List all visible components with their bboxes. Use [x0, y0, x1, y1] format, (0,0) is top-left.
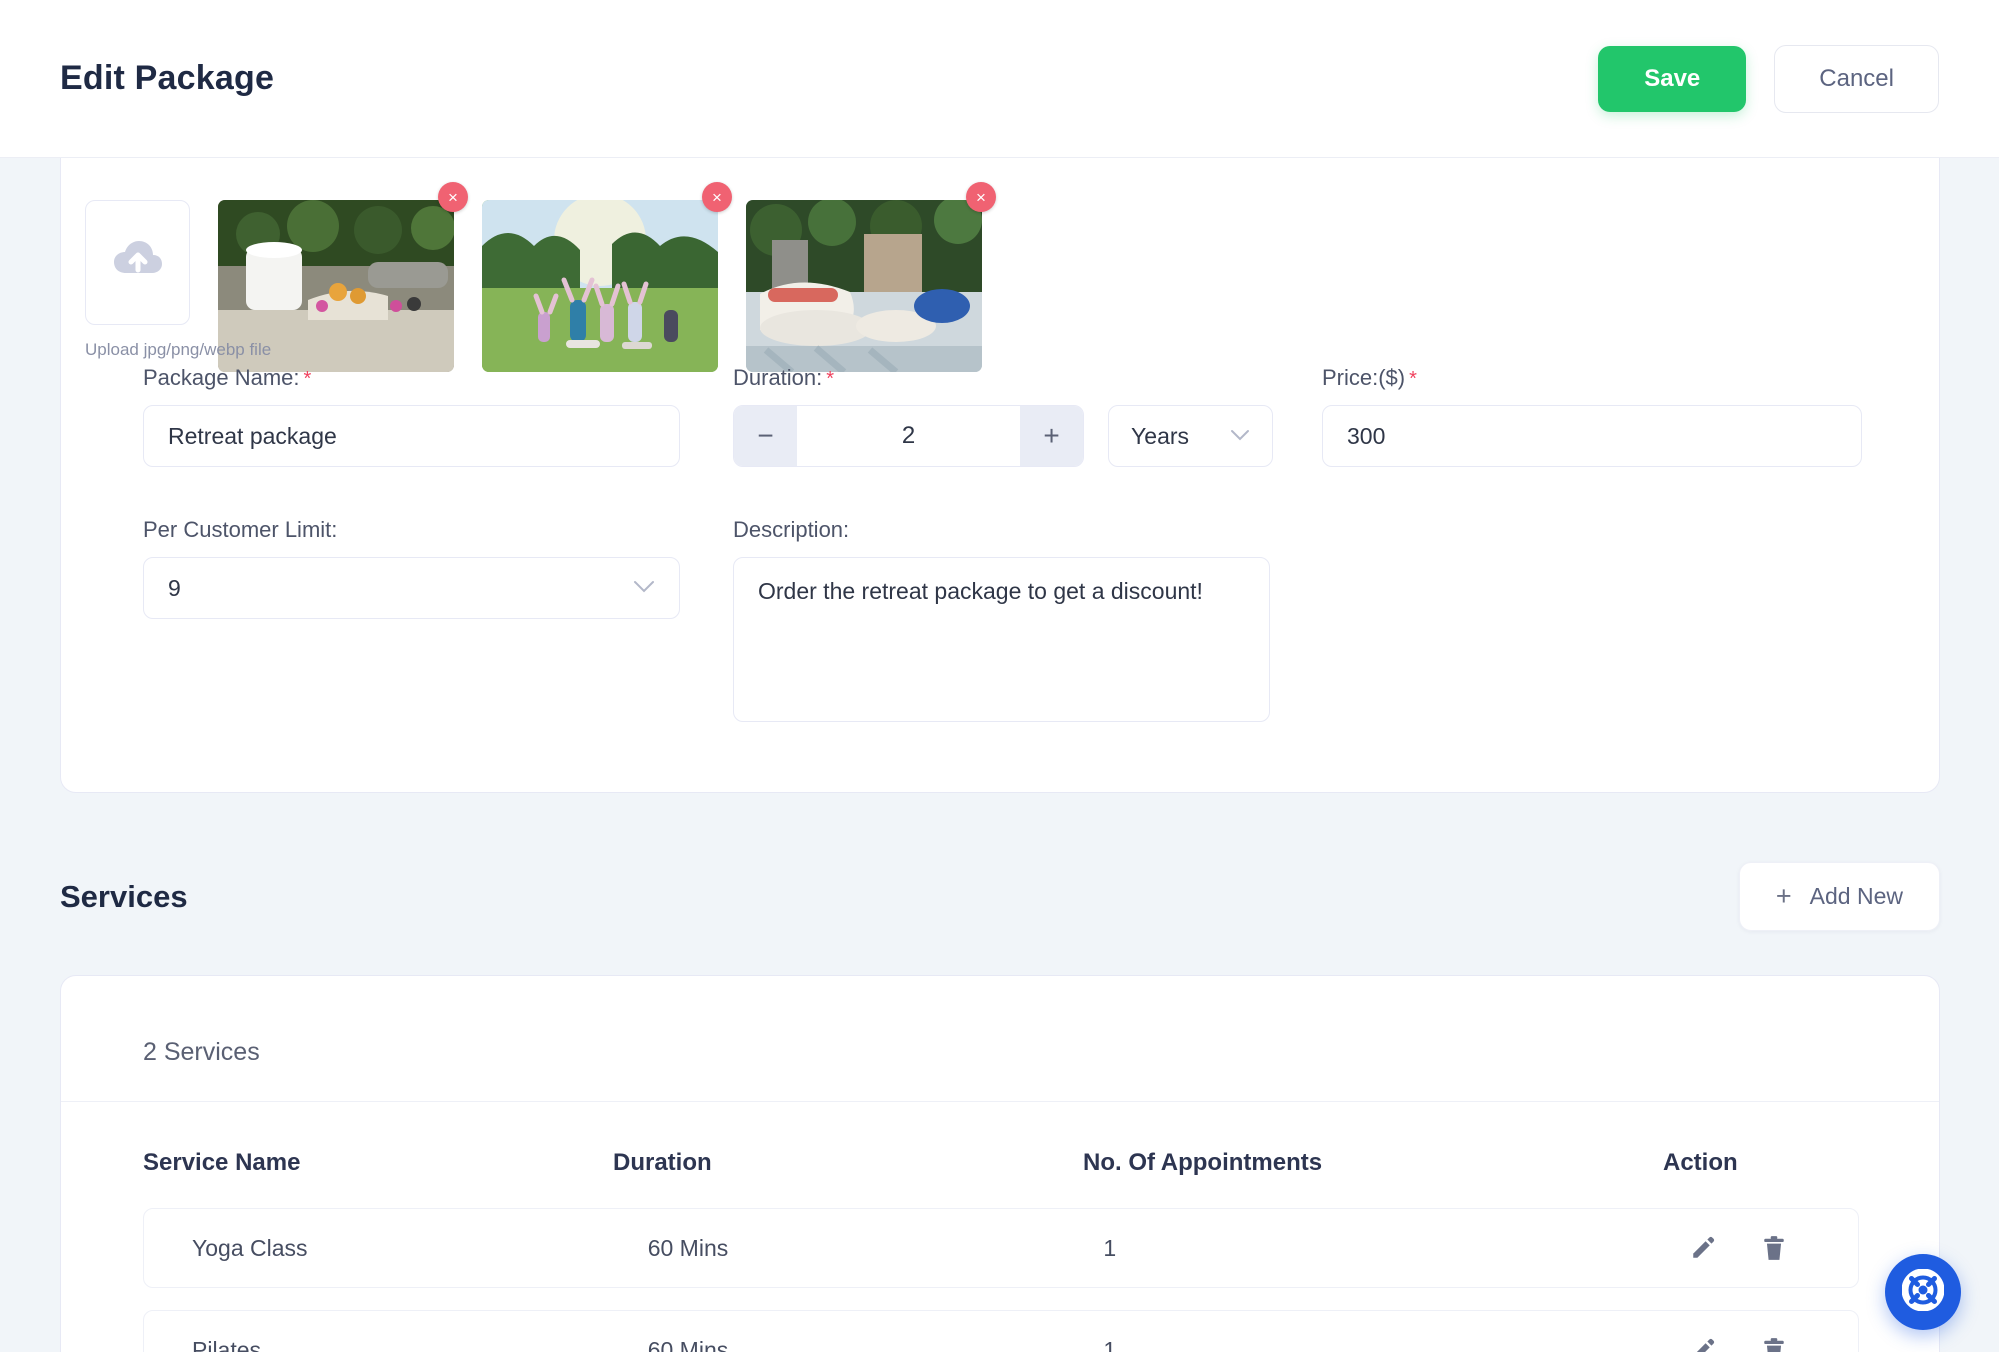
cell-duration: 60 Mins	[647, 1336, 729, 1352]
image-thumbnail	[746, 200, 982, 372]
price-field: Price:($) *	[1322, 365, 1862, 467]
cell-duration: 60 Mins	[647, 1234, 729, 1261]
services-count: 2 Services	[143, 1038, 260, 1066]
required-asterisk: *	[826, 368, 835, 390]
services-header: Services + Add New	[60, 862, 1940, 931]
cell-service-name: Pilates	[192, 1336, 262, 1352]
description-field: Description: Order the retreat package t…	[733, 517, 1270, 727]
per-customer-limit-field: Per Customer Limit: 9	[143, 517, 680, 619]
upload-dropzone[interactable]	[85, 200, 190, 325]
page-header: Edit Package Save Cancel	[0, 0, 1999, 158]
header-actions: Save Cancel	[1598, 44, 1939, 113]
required-asterisk: *	[303, 368, 312, 390]
column-header-appointments: No. Of Appointments	[1083, 1149, 1323, 1176]
lifebuoy-icon	[1901, 1268, 1945, 1316]
trash-icon[interactable]	[1762, 1235, 1786, 1261]
column-header-duration: Duration	[613, 1149, 712, 1176]
services-table: Service Name Duration No. Of Appointment…	[143, 1140, 1859, 1352]
services-heading: Services	[60, 878, 188, 914]
required-asterisk: *	[1409, 368, 1417, 390]
price-input[interactable]	[1322, 405, 1862, 467]
remove-image-button[interactable]: ×	[966, 182, 996, 212]
cell-appointments: 1	[1103, 1336, 1117, 1352]
chevron-down-icon	[1230, 428, 1250, 445]
duration-increment-button[interactable]: +	[1020, 406, 1084, 466]
package-name-label: Package Name: *	[143, 365, 312, 390]
table-row[interactable]: Yoga Class 60 Mins 1	[143, 1208, 1859, 1288]
duration-stepper: − 2 +	[733, 405, 1085, 467]
edit-package-page: × × × Upload jpg/png/webp file Package N…	[0, 0, 1999, 1352]
per-customer-limit-select[interactable]: 9	[143, 557, 680, 619]
cell-service-name: Yoga Class	[192, 1234, 308, 1261]
cloud-upload-icon	[113, 240, 163, 285]
description-textarea[interactable]: Order the retreat package to get a disco…	[733, 557, 1270, 722]
price-label: Price:($) *	[1322, 365, 1417, 390]
duration-controls: − 2 + Years	[733, 405, 1273, 467]
table-divider	[61, 1101, 1939, 1102]
support-button[interactable]	[1885, 1254, 1961, 1330]
plus-icon: +	[1775, 881, 1792, 911]
table-header-row: Service Name Duration No. Of Appointment…	[143, 1140, 1859, 1186]
cancel-button[interactable]: Cancel	[1774, 44, 1939, 113]
chevron-down-icon	[633, 580, 655, 597]
uploaded-image-3[interactable]: ×	[746, 182, 996, 372]
duration-unit-value: Years	[1131, 422, 1190, 449]
duration-unit-select[interactable]: Years	[1108, 405, 1273, 467]
package-name-field: Package Name: *	[143, 365, 680, 467]
add-new-label: Add New	[1809, 883, 1903, 909]
column-header-action: Action	[1663, 1149, 1738, 1176]
duration-value[interactable]: 2	[797, 406, 1020, 466]
scroll-area[interactable]: × × × Upload jpg/png/webp file Package N…	[0, 0, 1999, 1352]
per-customer-limit-label: Per Customer Limit:	[143, 517, 338, 542]
upload-caption: Upload jpg/png/webp file	[85, 340, 272, 359]
image-thumbnail	[482, 200, 718, 372]
pencil-icon[interactable]	[1690, 1337, 1716, 1352]
uploaded-image-2[interactable]: ×	[482, 182, 732, 372]
pencil-icon[interactable]	[1690, 1235, 1716, 1261]
page-title: Edit Package	[60, 59, 275, 97]
per-customer-limit-value: 9	[168, 574, 181, 601]
description-label: Description:	[733, 517, 850, 542]
cell-appointments: 1	[1103, 1234, 1117, 1261]
duration-label: Duration: *	[733, 365, 835, 390]
add-new-service-button[interactable]: + Add New	[1738, 862, 1940, 931]
save-button[interactable]: Save	[1598, 45, 1747, 112]
column-header-service-name: Service Name	[143, 1149, 301, 1176]
table-row[interactable]: Pilates 60 Mins 1	[143, 1310, 1859, 1352]
trash-icon[interactable]	[1762, 1337, 1786, 1352]
duration-field: Duration: * − 2 + Years	[733, 365, 1273, 467]
remove-image-button[interactable]: ×	[438, 182, 468, 212]
remove-image-button[interactable]: ×	[702, 182, 732, 212]
package-name-input[interactable]	[143, 405, 680, 467]
duration-decrement-button[interactable]: −	[734, 406, 797, 466]
